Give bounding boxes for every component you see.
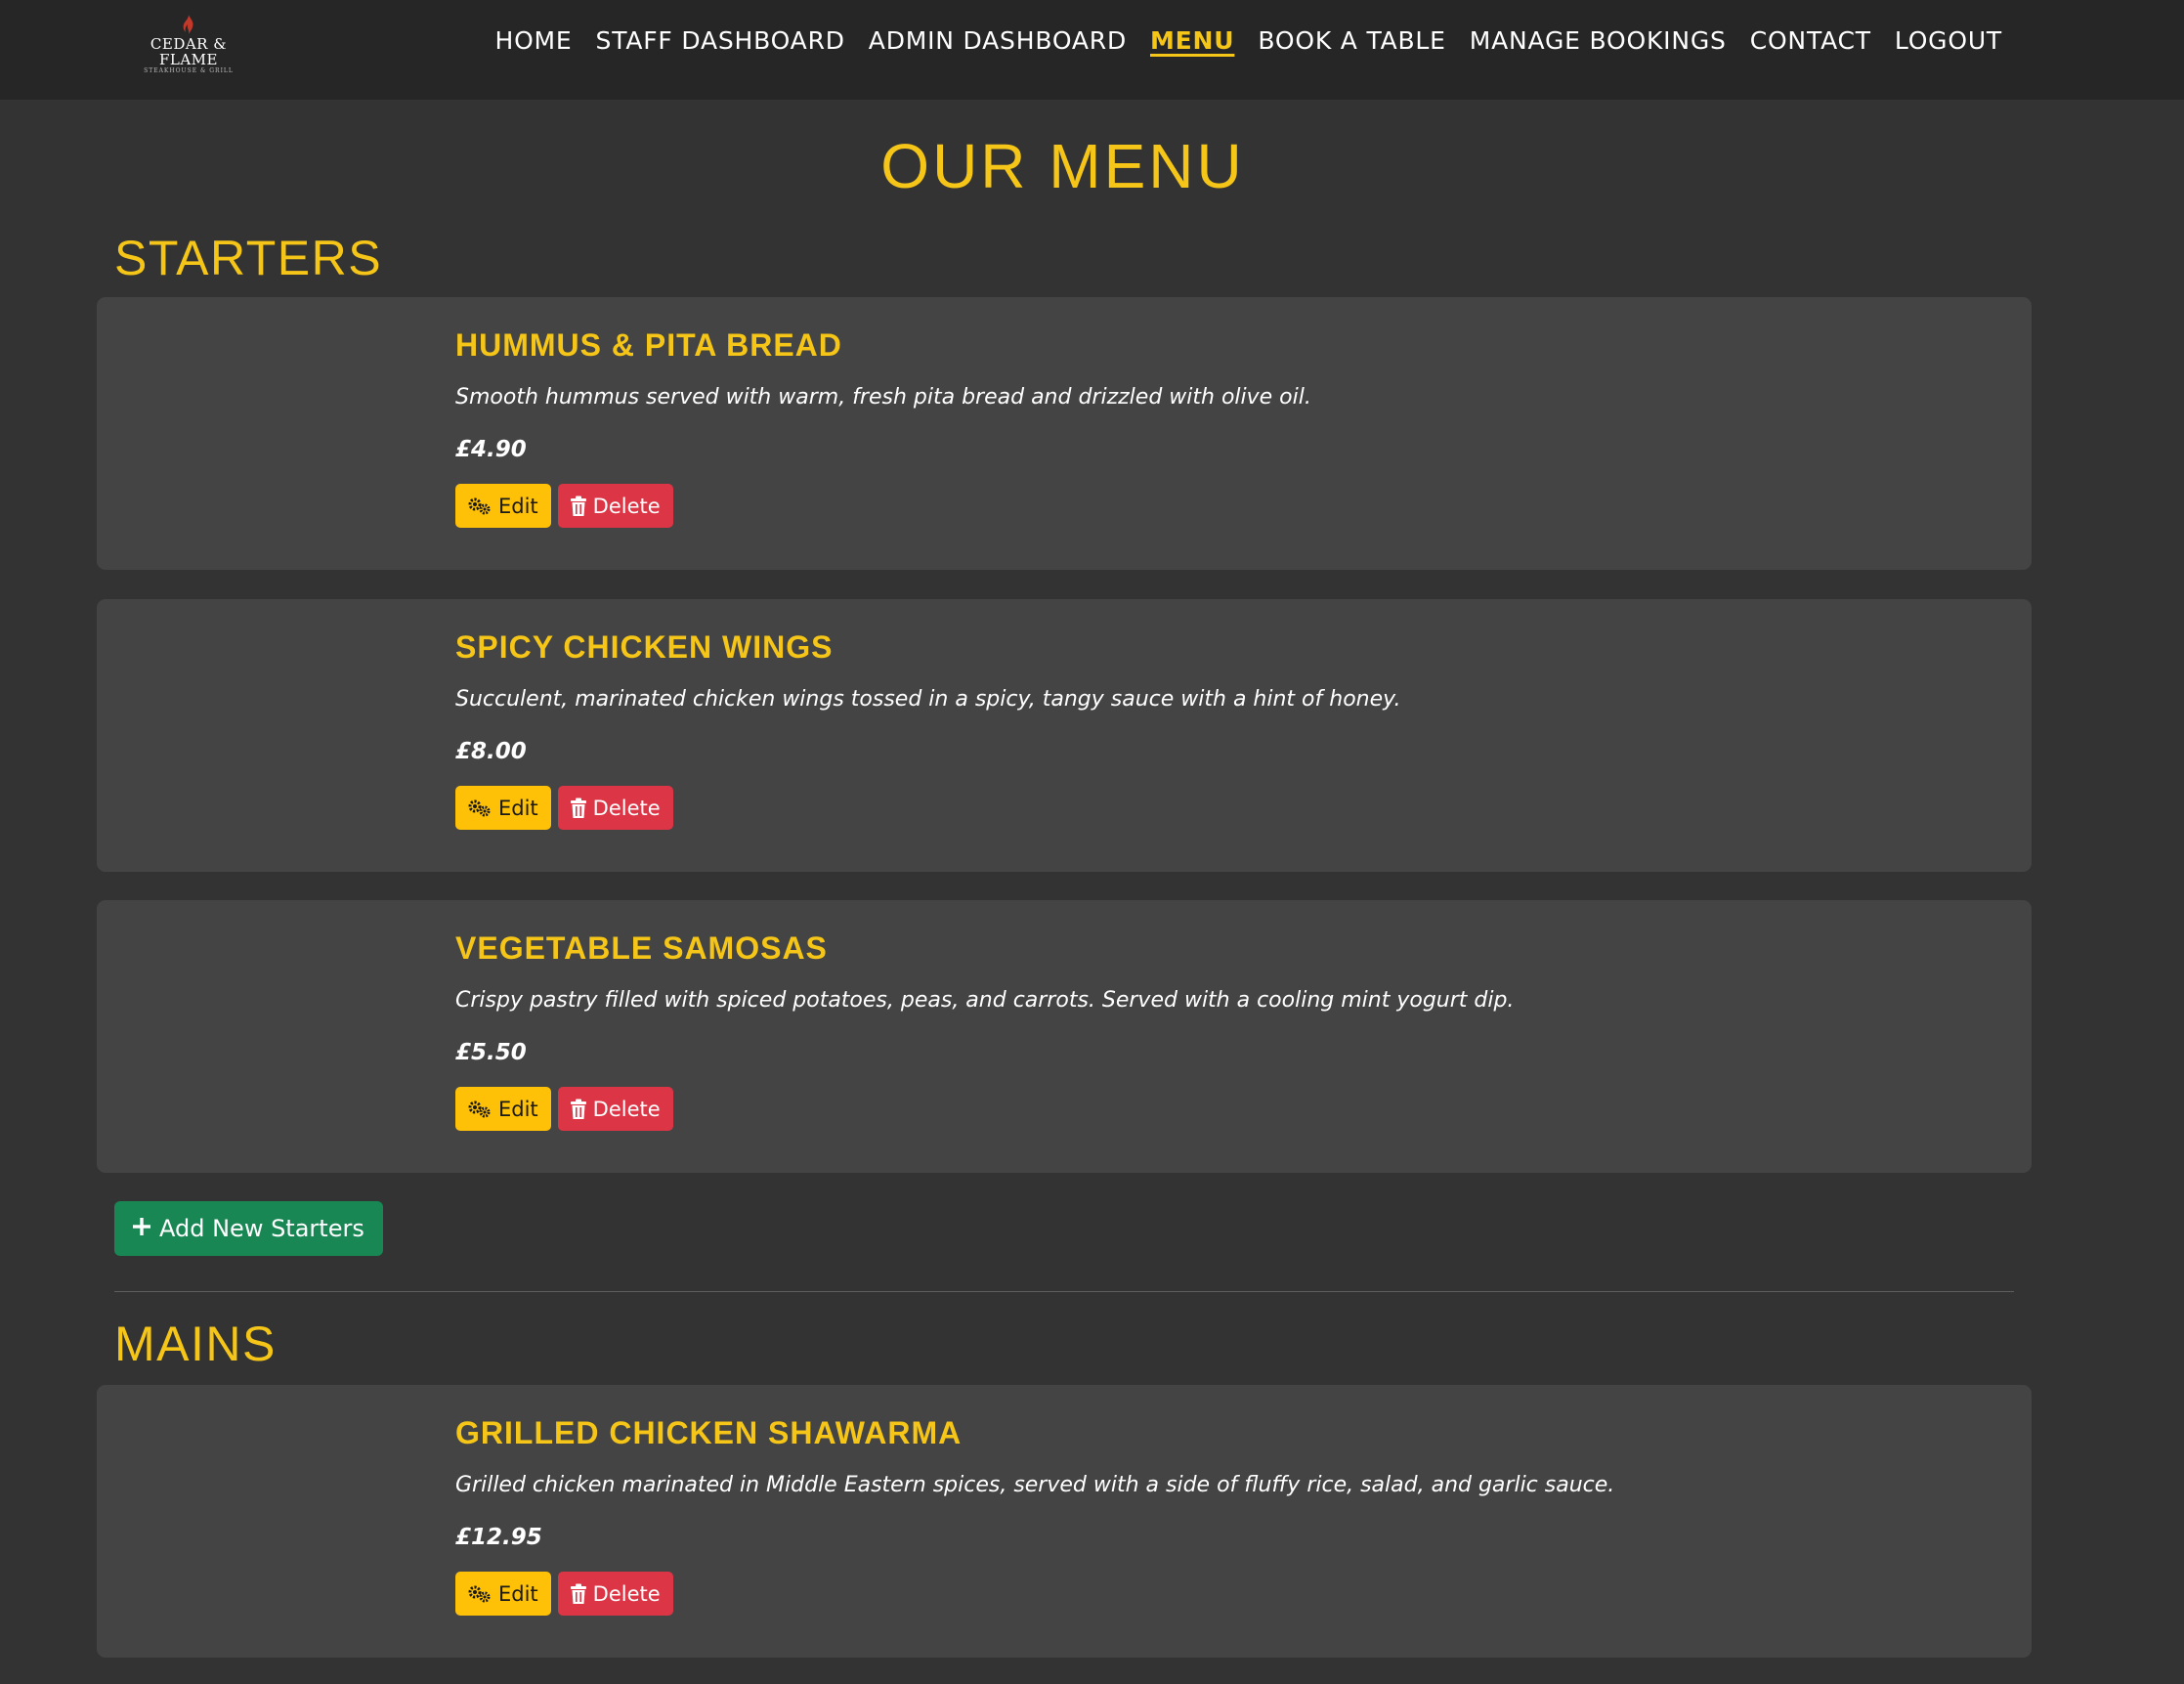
plus-icon xyxy=(132,1215,151,1242)
flame-icon xyxy=(183,15,193,34)
menu-item-card: GRILLED CHICKEN SHAWARMA Grilled chicken… xyxy=(97,1385,2032,1658)
gears-icon xyxy=(467,1100,492,1119)
trash-icon xyxy=(570,798,587,819)
delete-button-label: Delete xyxy=(592,1097,661,1121)
edit-button[interactable]: Edit xyxy=(455,1087,551,1131)
edit-button[interactable]: Edit xyxy=(455,1572,551,1616)
add-new-starters-button[interactable]: Add New Starters xyxy=(114,1201,383,1256)
menu-item-price: £5.50 xyxy=(455,1040,527,1065)
menu-item-card: VEGETABLE SAMOSAS Crispy pastry filled w… xyxy=(97,900,2032,1173)
edit-button-label: Edit xyxy=(498,494,538,518)
delete-button[interactable]: Delete xyxy=(557,1087,673,1131)
gears-icon xyxy=(467,497,492,516)
menu-item-image xyxy=(97,599,434,872)
delete-button[interactable]: Delete xyxy=(557,484,673,528)
nav-contact[interactable]: CONTACT xyxy=(1750,26,1871,55)
page-title: OUR MENU xyxy=(880,131,1245,201)
menu-item-name: HUMMUS & PITA BREAD xyxy=(455,327,842,363)
nav-staff-dashboard[interactable]: STAFF DASHBOARD xyxy=(596,26,845,55)
nav-book-a-table[interactable]: BOOK A TABLE xyxy=(1258,26,1445,55)
nav-manage-bookings[interactable]: MANAGE BOOKINGS xyxy=(1470,26,1727,55)
brand-name: CEDAR & FLAME xyxy=(150,35,228,68)
section-divider xyxy=(114,1291,2014,1292)
add-button-label: Add New Starters xyxy=(159,1215,364,1242)
menu-item-description: Grilled chicken marinated in Middle East… xyxy=(455,1473,1615,1497)
section-title-starters: STARTERS xyxy=(114,231,383,285)
menu-item-price: £8.00 xyxy=(455,739,527,764)
brand-tagline: STEAKHOUSE & GRILL xyxy=(144,67,234,74)
menu-item-price: £4.90 xyxy=(455,437,527,462)
section-title-mains: MAINS xyxy=(114,1317,277,1371)
menu-item-actions: Edit Delete xyxy=(455,484,673,528)
menu-item-name: GRILLED CHICKEN SHAWARMA xyxy=(455,1415,963,1450)
main-nav: HOME STAFF DASHBOARD ADMIN DASHBOARD MEN… xyxy=(494,0,2002,80)
brand-logo[interactable]: CEDAR & FLAME STEAKHOUSE & GRILL xyxy=(125,14,252,74)
trash-icon xyxy=(570,1099,587,1120)
menu-item-description: Crispy pastry filled with spiced potatoe… xyxy=(455,988,1515,1013)
nav-admin-dashboard[interactable]: ADMIN DASHBOARD xyxy=(869,26,1127,55)
nav-menu[interactable]: MENU xyxy=(1150,26,1234,55)
edit-button-label: Edit xyxy=(498,796,538,820)
gears-icon xyxy=(467,799,492,818)
menu-item-description: Succulent, marinated chicken wings tosse… xyxy=(455,687,1401,712)
menu-item-description: Smooth hummus served with warm, fresh pi… xyxy=(455,385,1311,410)
nav-logout[interactable]: LOGOUT xyxy=(1895,26,2002,55)
edit-button-label: Edit xyxy=(498,1097,538,1121)
nav-home[interactable]: HOME xyxy=(494,26,572,55)
delete-button[interactable]: Delete xyxy=(557,1572,673,1616)
menu-item-name: VEGETABLE SAMOSAS xyxy=(455,930,828,966)
delete-button[interactable]: Delete xyxy=(557,786,673,830)
menu-item-name: SPICY CHICKEN WINGS xyxy=(455,629,834,665)
menu-item-image xyxy=(97,900,434,1173)
menu-item-image xyxy=(97,1385,434,1658)
menu-item-actions: Edit Delete xyxy=(455,1572,673,1616)
delete-button-label: Delete xyxy=(592,1581,661,1606)
gears-icon xyxy=(467,1584,492,1604)
menu-item-price: £12.95 xyxy=(455,1525,542,1550)
navbar: CEDAR & FLAME STEAKHOUSE & GRILL HOME ST… xyxy=(0,0,2184,100)
menu-item-card: SPICY CHICKEN WINGS Succulent, marinated… xyxy=(97,599,2032,872)
delete-button-label: Delete xyxy=(592,494,661,518)
edit-button-label: Edit xyxy=(498,1581,538,1606)
trash-icon xyxy=(570,1583,587,1605)
menu-item-card: HUMMUS & PITA BREAD Smooth hummus served… xyxy=(97,297,2032,570)
menu-item-image xyxy=(97,297,434,570)
edit-button[interactable]: Edit xyxy=(455,786,551,830)
menu-item-actions: Edit Delete xyxy=(455,1087,673,1131)
edit-button[interactable]: Edit xyxy=(455,484,551,528)
trash-icon xyxy=(570,496,587,517)
delete-button-label: Delete xyxy=(592,796,661,820)
menu-item-actions: Edit Delete xyxy=(455,786,673,830)
